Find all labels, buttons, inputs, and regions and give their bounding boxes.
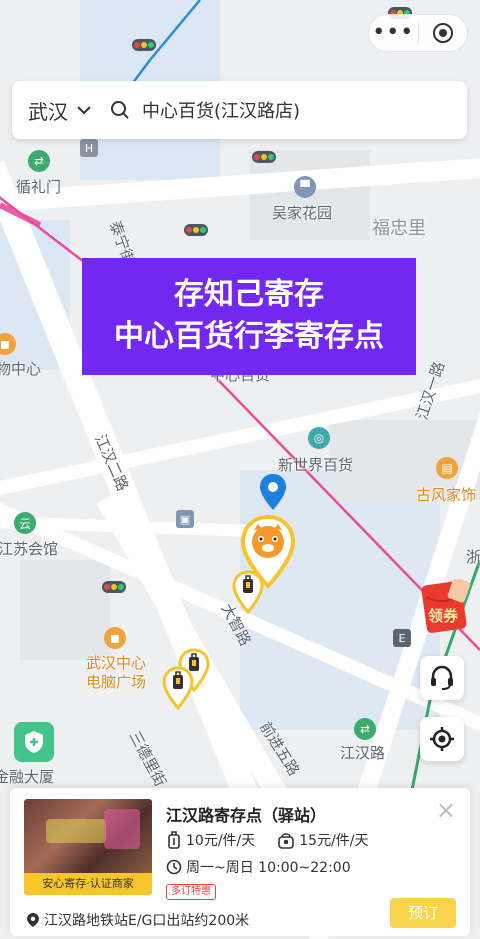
- price-small: 10元/件/天: [186, 833, 256, 849]
- city-selector[interactable]: 武汉: [12, 96, 110, 125]
- address-text: 江汉路地铁站E/G口出站约200米: [44, 913, 250, 929]
- book-button[interactable]: 预订: [390, 898, 456, 928]
- location-pin-icon: [27, 913, 39, 927]
- certified-badge: 安心寄存·认证商家: [24, 873, 152, 895]
- mini-program-capsule: •••: [368, 14, 468, 52]
- map-label: 古风家饰: [416, 486, 477, 504]
- metro-station-icon: ⇄: [28, 150, 50, 172]
- chevron-down-icon: [77, 106, 91, 115]
- locate-icon: [430, 727, 454, 751]
- search-query: 中心百货(江汉路店): [142, 101, 301, 122]
- search-bar: 武汉 中心百货(江汉路店): [12, 81, 467, 139]
- photo-detail: [104, 809, 140, 849]
- address-row: 江汉路地铁站E/G口出站约200米: [26, 910, 249, 930]
- traffic-light-icon: [184, 224, 208, 236]
- map-label: 福忠里: [372, 218, 426, 239]
- destination-pin-icon[interactable]: [258, 472, 288, 512]
- shop-icon: ▤: [436, 457, 458, 479]
- map-label: 江苏会馆: [0, 540, 59, 558]
- map-label: 循礼门: [16, 178, 62, 196]
- storage-point-title: 江汉路寄存点（驿站）: [166, 806, 327, 825]
- map-label: 新世界百货: [278, 456, 354, 474]
- luggage-large-icon: [278, 833, 295, 849]
- metro-station-icon: ⇄: [354, 718, 376, 740]
- building-icon: ▣: [176, 510, 194, 528]
- promo-banner: 存知己寄存 中心百货行李寄存点: [82, 258, 416, 375]
- banner-line-1: 存知己寄存: [174, 277, 324, 312]
- landmark-icon: 云: [14, 512, 36, 534]
- search-icon: [111, 101, 129, 119]
- more-menu-button[interactable]: •••: [369, 22, 418, 44]
- banner-line-2: 中心百货行李寄存点: [114, 319, 384, 354]
- storage-point-photo: 安心寄存·认证商家: [24, 799, 152, 895]
- map-label: 金融大厦: [0, 768, 55, 786]
- photo-detail: [46, 819, 106, 843]
- map-label: 吴家花园: [272, 204, 333, 222]
- traffic-light-icon: [252, 151, 276, 163]
- headset-icon: [431, 665, 453, 690]
- map-label: 浙: [466, 548, 480, 566]
- hours-row: 周一~周日 10:00~22:00: [166, 857, 351, 877]
- metro-exit-icon: E: [393, 629, 411, 647]
- hotel-icon: ▀: [294, 176, 316, 198]
- search-input[interactable]: 中心百货(江汉路店): [110, 97, 300, 123]
- shop-icon: ◼: [104, 627, 126, 649]
- map-label: 物中心: [0, 360, 42, 378]
- traffic-light-icon: [102, 581, 126, 593]
- mall-icon: ◎: [308, 427, 330, 449]
- storage-point-marker[interactable]: [232, 570, 264, 614]
- luggage-small-icon: [168, 831, 180, 849]
- close-miniprogram-button[interactable]: [418, 22, 467, 44]
- locate-me-button[interactable]: [420, 717, 464, 761]
- map-label: 武汉中心 电脑广场: [86, 654, 147, 691]
- clock-icon: [166, 859, 182, 875]
- opening-hours: 周一~周日 10:00~22:00: [186, 860, 351, 876]
- discount-badge: 多订特惠: [166, 884, 216, 900]
- price-row: 10元/件/天 15元/件/天: [166, 830, 369, 850]
- hospital-icon: H: [80, 139, 98, 157]
- map-label: 江汉路: [340, 744, 386, 762]
- traffic-light-icon: [132, 39, 156, 51]
- customer-service-button[interactable]: [420, 656, 464, 700]
- city-label: 武汉: [28, 99, 68, 124]
- coupon-label: 领券: [428, 607, 459, 625]
- storage-point-card[interactable]: 安心寄存·认证商家 江汉路寄存点（驿站） × 10元/件/天 15元/件/天 周…: [10, 788, 470, 936]
- target-icon: [432, 23, 453, 43]
- shield-icon[interactable]: [14, 722, 54, 762]
- storage-point-marker[interactable]: [162, 666, 194, 710]
- coupon-redpacket[interactable]: 领券: [420, 577, 472, 635]
- price-large: 15元/件/天: [299, 833, 369, 849]
- close-card-button[interactable]: ×: [436, 796, 456, 824]
